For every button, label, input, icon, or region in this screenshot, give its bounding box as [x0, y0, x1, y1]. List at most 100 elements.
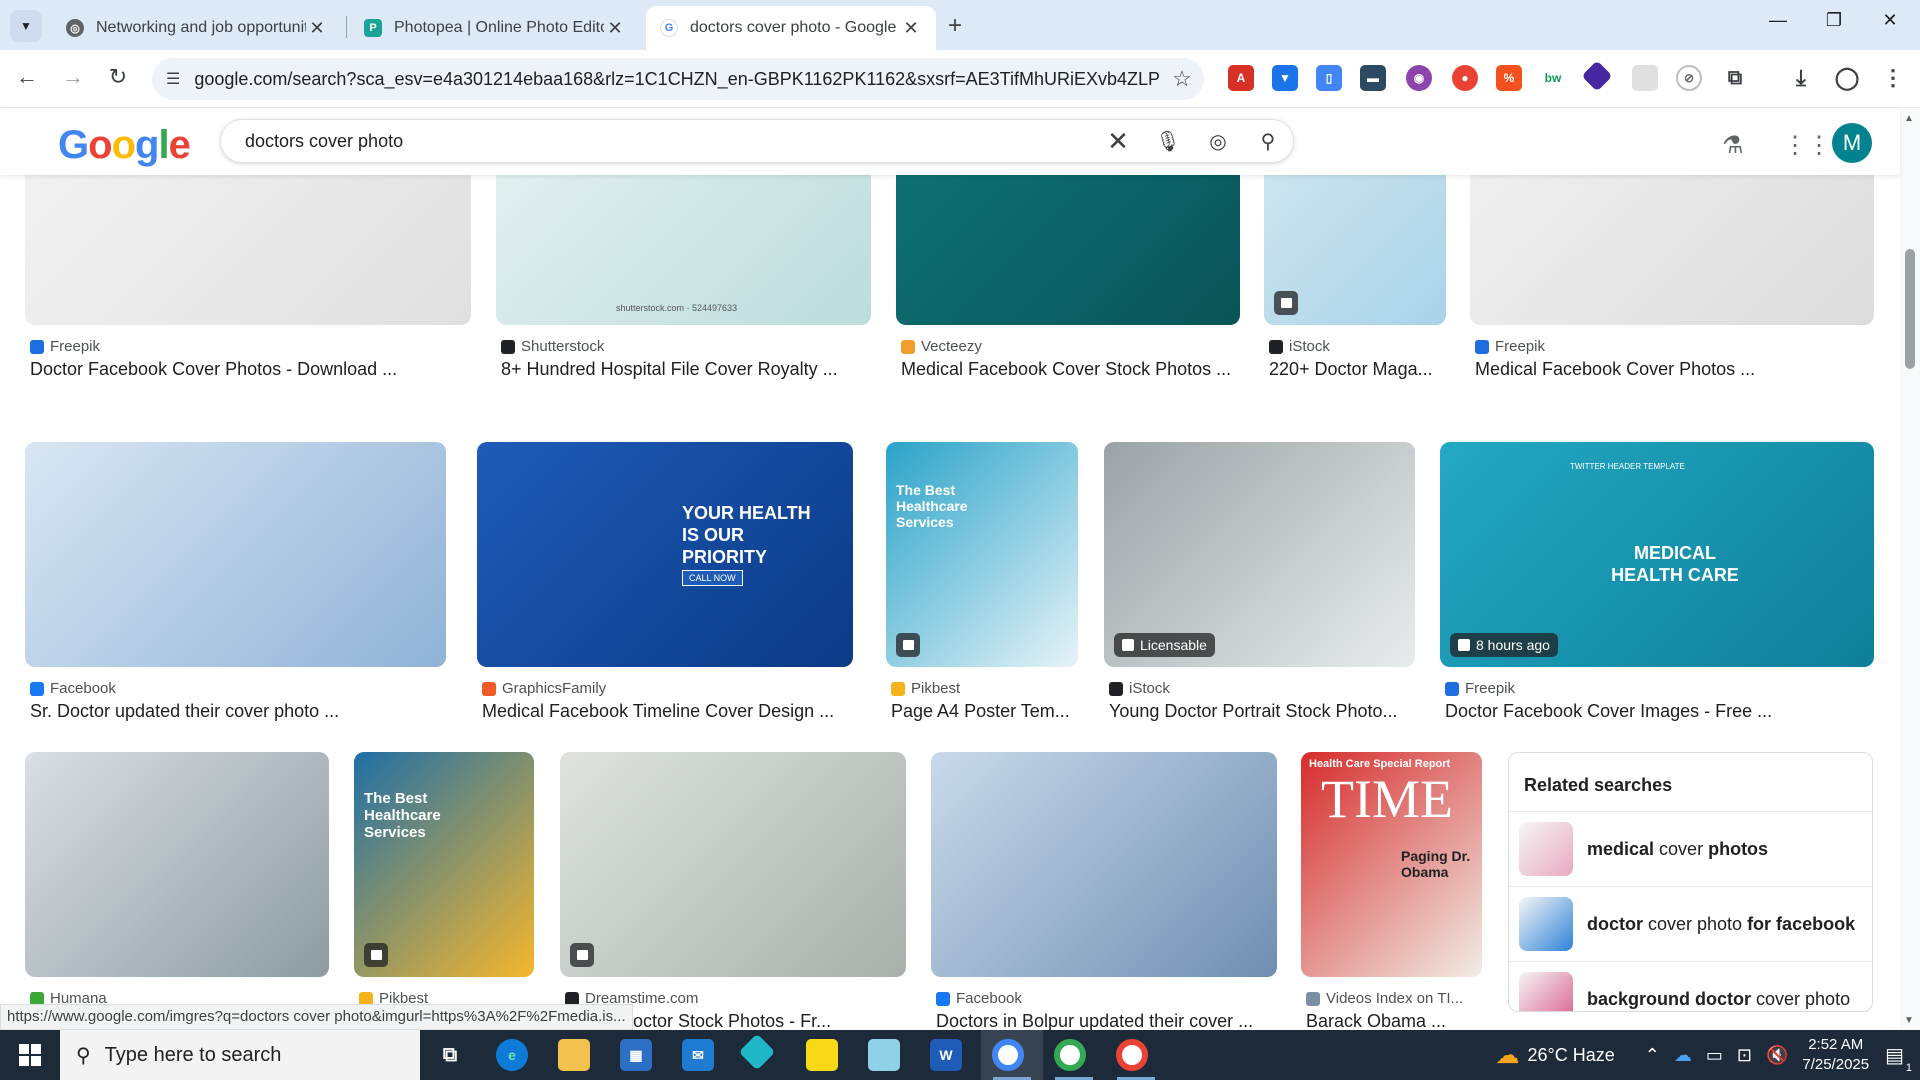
page-scrollbar[interactable]: ▲ ▼	[1900, 109, 1920, 1030]
percent-extension-icon[interactable]: %	[1496, 65, 1522, 91]
taskbar-search-box[interactable]: ⚲ Type here to search	[60, 1030, 420, 1080]
image-result-card[interactable]: Facebook Doctors in Bolpur updated their …	[931, 752, 1277, 1030]
search-icon[interactable]: ⚲	[1243, 129, 1293, 154]
mail-icon[interactable]: ✉	[682, 1039, 714, 1071]
result-thumbnail[interactable]	[560, 752, 906, 977]
task-view-icon[interactable]: ⧉	[434, 1039, 466, 1071]
pdf-extension-icon[interactable]: A	[1228, 65, 1254, 91]
file-explorer-icon[interactable]	[558, 1039, 590, 1071]
restore-window-button[interactable]: ❐	[1814, 10, 1854, 31]
result-title[interactable]: Doctors in Bolpur updated their cover ..…	[936, 1011, 1277, 1030]
battery-icon[interactable]: ▭	[1706, 1045, 1723, 1066]
shield-extension-icon[interactable]: ▼	[1272, 65, 1298, 91]
back-button[interactable]: ←	[12, 64, 42, 90]
result-source[interactable]: iStock	[1269, 338, 1330, 355]
image-result-card[interactable]: Health Care Special Report TIME Paging Dr.…	[1301, 752, 1482, 1030]
microphone-icon[interactable]: 🎙	[1143, 129, 1193, 154]
result-source[interactable]: Freepik	[30, 338, 100, 355]
result-title[interactable]: Medical Facebook Cover Photos ...	[1475, 359, 1874, 380]
bw-extension-icon[interactable]: bw	[1540, 65, 1566, 91]
image-result-card[interactable]: shutterstock.com · 524497633 Shutterstock…	[496, 175, 871, 385]
image-result-card[interactable]: 8 hours ago TWITTER HEADER TEMPLATE MEDICA…	[1440, 442, 1874, 727]
image-result-card[interactable]: Dreamstime.com ...over Doctor Stock Photo…	[560, 752, 906, 1030]
store-icon[interactable]: ▦	[620, 1039, 652, 1071]
site-info-icon[interactable]: ☰	[166, 69, 180, 89]
search-box[interactable]: doctors cover photo ✕ 🎙 ◎ ⚲	[220, 119, 1294, 163]
result-source[interactable]: iStock	[1109, 680, 1170, 697]
result-source[interactable]: Pikbest	[891, 680, 960, 697]
close-tab-icon[interactable]: ✕	[900, 18, 922, 39]
related-search-item[interactable]: medical cover photos	[1509, 811, 1872, 886]
network-icon[interactable]: ⊡	[1737, 1045, 1752, 1066]
pokeball-extension-icon[interactable]: ●	[1452, 65, 1478, 91]
diamond-extension-icon[interactable]	[1581, 60, 1613, 92]
result-thumbnail[interactable]	[1264, 175, 1446, 325]
related-search-item[interactable]: doctor cover photo for facebook	[1509, 886, 1872, 961]
new-tab-button[interactable]: +	[948, 12, 962, 40]
blank-extension-icon[interactable]	[1632, 65, 1658, 91]
word-icon[interactable]: W	[930, 1039, 962, 1071]
result-title[interactable]: 8+ Hundred Hospital File Cover Royalty .…	[501, 359, 871, 380]
tab-search-menu-button[interactable]: ▼	[10, 10, 42, 42]
result-title[interactable]: Medical Facebook Timeline Cover Design .…	[482, 701, 853, 722]
compass-extension-icon[interactable]: ⊘	[1676, 65, 1702, 91]
result-title[interactable]: 220+ Doctor Maga...	[1269, 359, 1446, 380]
image-result-card[interactable]: Facebook Sr. Doctor updated their cover p…	[25, 442, 446, 727]
download-icon[interactable]: ⤓	[1788, 65, 1814, 91]
sticky-notes-icon[interactable]	[806, 1039, 838, 1071]
result-thumbnail[interactable]: The Best Healthcare Services	[886, 442, 1078, 667]
clear-icon[interactable]: ✕	[1093, 126, 1143, 157]
image-result-card[interactable]: Vecteezy Medical Facebook Cover Stock Pho…	[896, 175, 1240, 385]
notepad-icon[interactable]	[868, 1039, 900, 1071]
lens-icon[interactable]: ◎	[1193, 129, 1243, 154]
notifications-icon[interactable]: ▤ 1	[1885, 1043, 1912, 1074]
result-source[interactable]: Facebook	[936, 990, 1022, 1007]
tab-networking[interactable]: ◎ Networking and job opportunit ✕	[52, 6, 342, 50]
result-thumbnail[interactable]	[25, 175, 471, 325]
result-source[interactable]: Facebook	[30, 680, 116, 697]
edge-icon[interactable]: e	[496, 1039, 528, 1071]
result-title[interactable]: Young Doctor Portrait Stock Photo...	[1109, 701, 1415, 722]
docs-extension-icon[interactable]: ▯	[1316, 65, 1342, 91]
result-title[interactable]: Doctor Facebook Cover Images - Free ...	[1445, 701, 1874, 722]
result-title[interactable]: Barack Obama ...	[1306, 1011, 1482, 1030]
profile-icon[interactable]: ◯	[1834, 65, 1860, 91]
chrome-icon[interactable]	[992, 1039, 1024, 1071]
result-thumbnail[interactable]: Licensable	[1104, 442, 1415, 667]
puzzle-extensions-icon[interactable]: ⧉	[1722, 65, 1748, 91]
onedrive-icon[interactable]: ☁	[1674, 1045, 1692, 1066]
weather-text[interactable]: 26°C Haze	[1527, 1045, 1614, 1066]
vpn-app-icon[interactable]	[738, 1033, 776, 1071]
result-source[interactable]: Freepik	[1445, 680, 1515, 697]
image-result-card[interactable]: Freepik Medical Facebook Cover Photos ...	[1470, 175, 1874, 385]
bookmark-star-icon[interactable]: ☆	[1160, 66, 1204, 92]
kebab-menu-icon[interactable]: ⋮	[1880, 65, 1906, 91]
taskbar-clock[interactable]: 2:52 AM 7/25/2025	[1802, 1035, 1869, 1075]
weather-haze-icon[interactable]: ☁	[1495, 1041, 1519, 1070]
search-input[interactable]: doctors cover photo	[245, 131, 1093, 152]
result-source[interactable]: GraphicsFamily	[482, 680, 606, 697]
image-result-card[interactable]: Freepik Doctor Facebook Cover Photos - Do…	[25, 175, 471, 385]
minimize-window-button[interactable]: —	[1758, 10, 1798, 31]
scroll-down-icon[interactable]: ▼	[1904, 1015, 1914, 1026]
result-thumbnail[interactable]: Health Care Special Report TIME Paging Dr.…	[1301, 752, 1482, 977]
labs-flask-icon[interactable]: ⚗	[1722, 131, 1744, 160]
close-tab-icon[interactable]: ✕	[604, 18, 626, 39]
result-title[interactable]: Page A4 Poster Tem...	[891, 701, 1078, 722]
result-thumbnail[interactable]: 8 hours ago TWITTER HEADER TEMPLATE MEDICA…	[1440, 442, 1874, 667]
color-extension-icon[interactable]: ◉	[1406, 65, 1432, 91]
image-result-card[interactable]: The Best Healthcare Services Pikbest	[354, 752, 534, 1030]
image-result-card[interactable]: YOUR HEALTH IS OUR PRIORITY CALL NOW Graph…	[477, 442, 853, 727]
image-result-card[interactable]: Humana	[25, 752, 329, 1030]
forward-button[interactable]: →	[58, 64, 88, 90]
chrome-icon[interactable]	[1054, 1039, 1086, 1071]
related-search-item[interactable]: background doctor cover photo	[1509, 961, 1872, 1011]
tab-google-search[interactable]: G doctors cover photo - Google S ✕	[646, 6, 936, 50]
address-bar[interactable]: ☰ google.com/search?sca_esv=e4a301214eba…	[152, 58, 1204, 100]
result-thumbnail[interactable]: The Best Healthcare Services	[354, 752, 534, 977]
result-source[interactable]: Freepik	[1475, 338, 1545, 355]
result-title[interactable]: Medical Facebook Cover Stock Photos ...	[901, 359, 1240, 380]
result-thumbnail[interactable]	[896, 175, 1240, 325]
result-title[interactable]: Sr. Doctor updated their cover photo ...	[30, 701, 446, 722]
account-avatar[interactable]: M	[1832, 123, 1872, 163]
